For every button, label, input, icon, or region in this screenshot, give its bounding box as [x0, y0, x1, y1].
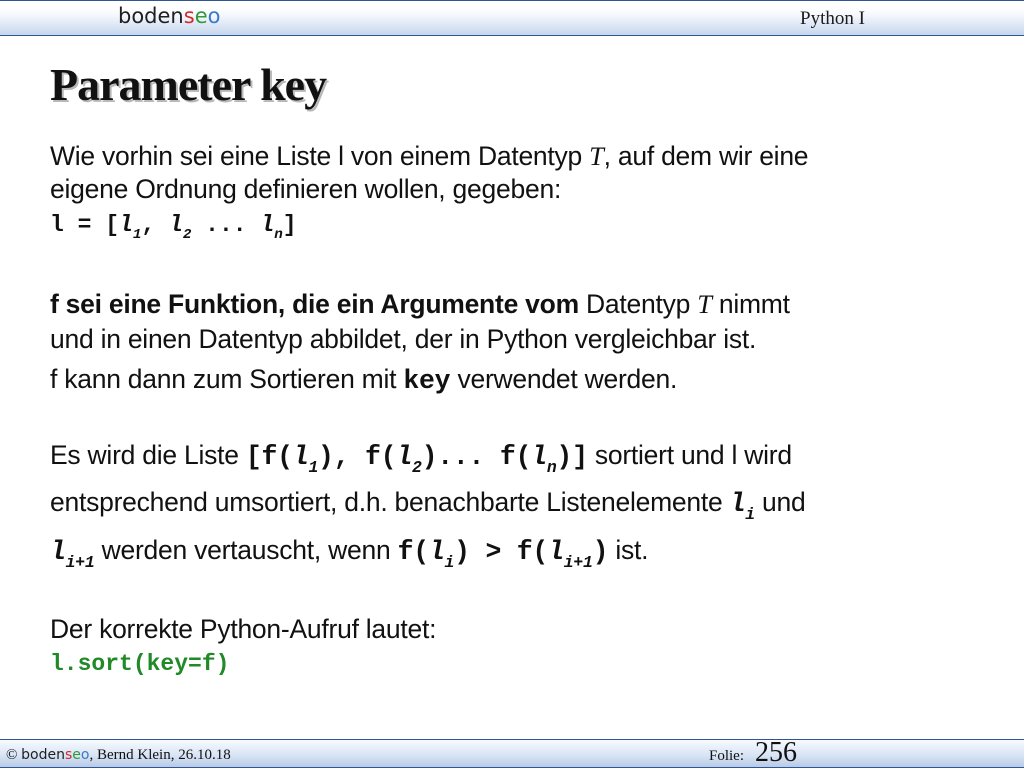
para2-line3: f kann dann zum Sortieren mit key verwen…: [50, 364, 678, 396]
datatype-symbol: T: [697, 289, 712, 319]
para3-line2: entsprechend umsortiert, d.h. benachbart…: [50, 487, 806, 525]
para4-line1: Der korrekte Python-Aufruf lautet:: [50, 614, 437, 644]
comparison-code: f(li) > f(li+1): [397, 537, 609, 573]
list-definition-code: l = [l1, l2 ... ln]: [50, 212, 297, 244]
mapped-list-code: [f(l1), f(l2)... f(ln)]: [245, 442, 588, 478]
para3-line1: Es wird die Liste [f(l1), f(l2)... f(ln)…: [50, 440, 792, 478]
footer-credit: © bodenseo, Bernd Klein, 26.10.18: [6, 747, 231, 763]
para3-line3: li+1 werden vertauscht, wenn f(li) > f(l…: [50, 535, 649, 573]
sort-call-code: l.sort(key=f): [50, 651, 230, 677]
bodenseo-logo: bodenseo: [118, 4, 221, 28]
course-title: Python I: [800, 8, 865, 29]
header-bar: bodenseo Python I: [0, 0, 1024, 36]
para1-line2: eigene Ordnung definieren wollen, gegebe…: [50, 174, 562, 204]
slide-title: Parameter key: [50, 59, 327, 110]
key-code: key: [403, 366, 451, 396]
datatype-symbol: T: [589, 141, 604, 171]
bodenseo-logo: bodenseo: [21, 747, 90, 763]
folie-label: Folie:: [709, 748, 745, 764]
para2-line2: und in einen Datentyp abbildet, der in P…: [50, 324, 757, 354]
para1-line1: Wie vorhin sei eine Liste l von einem Da…: [50, 141, 809, 171]
slide-number: 256: [755, 737, 797, 768]
footer-bar: © bodenseo, Bernd Klein, 26.10.18 Folie:…: [0, 737, 1024, 768]
para2-line1: f sei eine Funktion, die ein Argumente v…: [50, 289, 790, 319]
